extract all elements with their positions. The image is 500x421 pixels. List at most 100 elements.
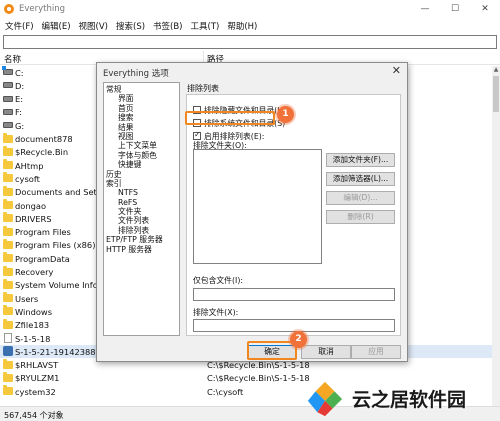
watermark: 云之居软件园 bbox=[306, 376, 500, 421]
add-filter-button[interactable]: 添加筛选器(L)... bbox=[326, 172, 395, 186]
vertical-scrollbar[interactable]: ▲ bbox=[492, 66, 500, 406]
folder-icon bbox=[3, 371, 13, 382]
folder-icon bbox=[3, 212, 13, 223]
minimize-button[interactable]: — bbox=[410, 0, 440, 18]
file-name: S-1-5-21-1914238884 bbox=[15, 346, 107, 357]
file-name: S-1-5-18 bbox=[15, 333, 51, 344]
exclude-files-label: 排除文件(X): bbox=[193, 308, 239, 317]
menu-bookmarks[interactable]: 书签(B) bbox=[151, 20, 188, 32]
tree-item[interactable]: 排除列表 bbox=[106, 226, 179, 235]
tree-item[interactable]: 首页 bbox=[106, 104, 179, 113]
file-name: $RHLAVST bbox=[15, 360, 59, 371]
tree-item[interactable]: NTFS bbox=[106, 188, 179, 197]
file-path: C:\cysoft bbox=[207, 386, 244, 397]
watermark-logo-icon bbox=[307, 381, 343, 416]
column-name-header[interactable]: 名称 bbox=[4, 53, 21, 65]
file-name: F: bbox=[15, 107, 22, 118]
tree-item[interactable]: 视图 bbox=[106, 132, 179, 141]
folder-icon bbox=[3, 292, 13, 303]
exclude-list-panel: 排除隐藏文件和目录(H) 排除系统文件和目录(S) 启用排除列表(E): 排除文… bbox=[186, 94, 401, 336]
exclude-files-input[interactable] bbox=[193, 319, 395, 332]
search-box bbox=[3, 35, 497, 49]
tree-item[interactable]: 结果 bbox=[106, 123, 179, 132]
include-files-input[interactable] bbox=[193, 288, 395, 301]
tree-item[interactable]: 搜索 bbox=[106, 113, 179, 122]
file-name: Users bbox=[15, 293, 39, 304]
dialog-title: Everything 选项 bbox=[103, 69, 169, 79]
everything-app-icon bbox=[4, 4, 14, 14]
enable-exclude-list-checkbox-box[interactable] bbox=[193, 130, 201, 140]
file-name: Windows bbox=[15, 306, 53, 317]
tree-item[interactable]: 字体与颜色 bbox=[106, 151, 179, 160]
drive-icon bbox=[3, 95, 13, 102]
file-name: Recovery bbox=[15, 267, 54, 277]
apply-button[interactable]: 应用 bbox=[351, 345, 401, 359]
tree-item[interactable]: 历史 bbox=[106, 170, 179, 179]
step-badge-2: 2 bbox=[290, 331, 307, 348]
menu-help[interactable]: 帮助(H) bbox=[225, 20, 263, 32]
folder-icon bbox=[3, 199, 13, 209]
folder-icon bbox=[3, 172, 13, 183]
menu-tools[interactable]: 工具(T) bbox=[189, 20, 226, 32]
tree-item[interactable]: HTTP 服务器 bbox=[106, 245, 179, 254]
tree-item[interactable]: 文件列表 bbox=[106, 216, 179, 225]
tree-item[interactable]: 界面 bbox=[106, 94, 179, 103]
file-name: G: bbox=[15, 120, 25, 131]
drive-icon bbox=[3, 108, 13, 115]
tree-item[interactable]: 索引 bbox=[106, 179, 179, 188]
scroll-thumb[interactable] bbox=[493, 76, 499, 112]
cancel-button[interactable]: 取消 bbox=[301, 345, 351, 359]
object-count: 567,454 个对象 bbox=[4, 411, 64, 420]
folder-icon bbox=[3, 305, 13, 316]
folder-icon bbox=[3, 238, 13, 249]
maximize-button[interactable]: ☐ bbox=[440, 0, 470, 18]
tree-item[interactable]: ReFS bbox=[106, 198, 179, 207]
tree-item[interactable]: 快捷键 bbox=[106, 160, 179, 169]
scroll-up-arrow-icon[interactable]: ▲ bbox=[492, 66, 500, 74]
dialog-close-icon[interactable]: ✕ bbox=[392, 64, 401, 77]
file-name: Program Files (x86) bbox=[15, 240, 96, 251]
file-name: C: bbox=[15, 67, 24, 78]
file-name: ProgramData bbox=[15, 253, 70, 264]
folder-icon bbox=[3, 358, 13, 369]
folder-icon bbox=[3, 252, 13, 263]
file-name: Zfile183 bbox=[15, 320, 50, 331]
close-button[interactable]: ✕ bbox=[470, 0, 500, 18]
file-icon bbox=[4, 333, 12, 343]
step-badge-1: 1 bbox=[277, 106, 294, 123]
menu-file[interactable]: 文件(F) bbox=[3, 20, 40, 32]
include-files-label: 仅包含文件(I): bbox=[193, 276, 243, 285]
tree-item[interactable]: 常规 bbox=[106, 85, 179, 94]
drive-icon bbox=[3, 122, 13, 129]
menu-edit[interactable]: 编辑(E) bbox=[40, 20, 77, 32]
folder-icon bbox=[3, 185, 13, 196]
folder-icon bbox=[3, 385, 13, 396]
file-path: C:\$Recycle.Bin\S-1-5-18 bbox=[207, 373, 310, 384]
edit-button[interactable]: 编辑(D)... bbox=[326, 191, 395, 205]
system-drive-icon bbox=[2, 66, 13, 75]
folder-icon bbox=[3, 145, 13, 156]
file-name: DRIVERS bbox=[15, 213, 52, 224]
exclude-folders-list[interactable] bbox=[193, 149, 322, 264]
remove-button[interactable]: 删除(R) bbox=[326, 210, 395, 224]
menu-bar: 文件(F) 编辑(E) 视图(V) 搜索(S) 书签(B) 工具(T) 帮助(H… bbox=[0, 18, 500, 34]
highlight-exclude-system bbox=[185, 111, 275, 125]
folder-icon bbox=[3, 318, 13, 329]
highlight-ok-button bbox=[247, 341, 297, 360]
file-name: cystem32 bbox=[15, 386, 56, 397]
file-name: cysoft bbox=[15, 173, 40, 184]
file-name: Program Files bbox=[15, 227, 71, 238]
tree-item[interactable]: ETP/FTP 服务器 bbox=[106, 235, 179, 244]
file-name: E: bbox=[15, 94, 24, 105]
user-folder-icon bbox=[3, 346, 13, 357]
menu-view[interactable]: 视图(V) bbox=[77, 20, 114, 32]
tree-item[interactable]: 上下文菜单 bbox=[106, 141, 179, 150]
window-title: Everything bbox=[19, 4, 66, 14]
title-bar: Everything — ☐ ✕ bbox=[0, 0, 500, 18]
search-input[interactable] bbox=[4, 36, 496, 48]
panel-title: 排除列表 bbox=[187, 84, 219, 93]
drive-icon bbox=[3, 82, 13, 89]
add-folder-button[interactable]: 添加文件夹(F)... bbox=[326, 153, 395, 167]
window-controls: — ☐ ✕ bbox=[410, 0, 500, 18]
menu-search[interactable]: 搜索(S) bbox=[114, 20, 151, 32]
